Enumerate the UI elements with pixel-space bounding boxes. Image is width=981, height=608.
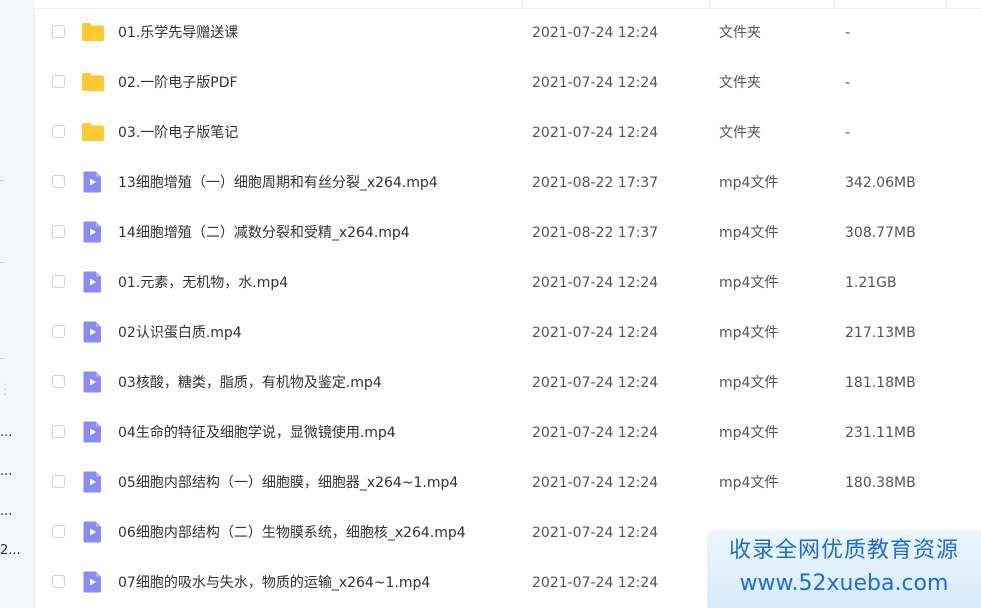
sidebar-divider bbox=[0, 262, 4, 263]
folder-icon bbox=[81, 21, 105, 43]
file-size: - bbox=[845, 125, 851, 141]
resize-handle-icon[interactable]: · · · bbox=[2, 381, 8, 401]
file-modified-date: 2021-07-24 12:24 bbox=[532, 75, 659, 91]
file-row[interactable]: 03核酸，糖类，脂质，有机物及鉴定.mp4 2021-07-24 12:24 mp4… bbox=[34, 358, 981, 408]
row-checkbox[interactable] bbox=[52, 25, 65, 38]
video-file-icon bbox=[81, 521, 105, 543]
video-file-icon bbox=[81, 421, 105, 443]
watermark-banner: 收录全网优质教育资源 www.52xueba.com bbox=[707, 530, 981, 608]
row-checkbox[interactable] bbox=[52, 275, 65, 288]
row-checkbox[interactable] bbox=[52, 475, 65, 488]
row-checkbox[interactable] bbox=[52, 175, 65, 188]
row-checkbox[interactable] bbox=[52, 125, 65, 138]
file-size: 181.18MB bbox=[845, 375, 916, 391]
file-row[interactable]: 14细胞增殖（二）减数分裂和受精_x264.mp4 2021-08-22 17:3… bbox=[34, 208, 981, 258]
file-row[interactable]: 02认识蛋白质.mp4 2021-07-24 12:24 mp4文件 217.13MB bbox=[34, 308, 981, 358]
file-type: 文件夹 bbox=[719, 25, 761, 41]
file-list: 01.乐学先导赠送课 2021-07-24 12:24 文件夹 -02.一阶电子版PD… bbox=[34, 8, 981, 608]
video-file-icon bbox=[81, 571, 105, 593]
file-size: 342.06MB bbox=[845, 175, 916, 191]
watermark-url: www.52xueba.com bbox=[739, 571, 949, 596]
file-modified-date: 2021-07-24 12:24 bbox=[532, 325, 659, 341]
row-checkbox[interactable] bbox=[52, 225, 65, 238]
sidebar-divider bbox=[0, 180, 4, 181]
file-name[interactable]: 06细胞内部结构（二）生物膜系统，细胞核_x264.mp4 bbox=[118, 524, 466, 542]
video-file-icon bbox=[81, 471, 105, 493]
file-name[interactable]: 13细胞增殖（一）细胞周期和有丝分裂_x264.mp4 bbox=[118, 174, 438, 192]
file-size: - bbox=[845, 25, 851, 41]
row-checkbox[interactable] bbox=[52, 425, 65, 438]
file-modified-date: 2021-07-24 12:24 bbox=[532, 25, 659, 41]
column-divider[interactable] bbox=[834, 0, 835, 8]
file-type: mp4文件 bbox=[719, 175, 779, 191]
watermark-slogan: 收录全网优质教育资源 bbox=[728, 538, 959, 563]
file-row[interactable]: 03.一阶电子版笔记 2021-07-24 12:24 文件夹 - bbox=[34, 108, 981, 158]
sidebar-item-label[interactable]: ... bbox=[0, 504, 12, 520]
folder-icon bbox=[81, 121, 105, 143]
file-row[interactable]: 04生命的特征及细胞学说，显微镜使用.mp4 2021-07-24 12:24 mp… bbox=[34, 408, 981, 458]
file-name[interactable]: 03核酸，糖类，脂质，有机物及鉴定.mp4 bbox=[118, 374, 382, 392]
file-type: mp4文件 bbox=[719, 275, 779, 291]
file-modified-date: 2021-07-24 12:24 bbox=[532, 475, 659, 491]
file-size: 308.77MB bbox=[845, 225, 916, 241]
file-size: 180.38MB bbox=[845, 475, 916, 491]
file-modified-date: 2021-07-24 12:24 bbox=[532, 575, 659, 591]
file-modified-date: 2021-07-24 12:24 bbox=[532, 375, 659, 391]
file-row[interactable]: 01.元素，无机物，水.mp4 2021-07-24 12:24 mp4文件 1.21… bbox=[34, 258, 981, 308]
file-manager-window: · · · ... ... ... 2... 01.乐学先导赠送课 2021-07-2… bbox=[0, 0, 981, 608]
column-divider[interactable] bbox=[709, 0, 710, 8]
file-name[interactable]: 01.乐学先导赠送课 bbox=[118, 24, 238, 42]
file-modified-date: 2021-07-24 12:24 bbox=[532, 525, 659, 541]
file-name[interactable]: 01.元素，无机物，水.mp4 bbox=[118, 274, 288, 292]
row-checkbox[interactable] bbox=[52, 75, 65, 88]
sidebar-divider bbox=[0, 358, 4, 359]
file-modified-date: 2021-07-24 12:24 bbox=[532, 125, 659, 141]
file-row[interactable]: 01.乐学先导赠送课 2021-07-24 12:24 文件夹 - bbox=[34, 8, 981, 58]
file-row[interactable]: 02.一阶电子版PDF 2021-07-24 12:24 文件夹 - bbox=[34, 58, 981, 108]
file-modified-date: 2021-07-24 12:24 bbox=[532, 275, 659, 291]
file-size: 1.21GB bbox=[845, 275, 897, 291]
file-type: mp4文件 bbox=[719, 225, 779, 241]
sidebar-item-label[interactable]: ... bbox=[0, 425, 12, 441]
sidebar: · · · ... ... ... 2... bbox=[0, 0, 35, 608]
sidebar-item-label[interactable]: 2... bbox=[0, 543, 21, 559]
file-modified-date: 2021-08-22 17:37 bbox=[532, 225, 659, 241]
row-checkbox[interactable] bbox=[52, 525, 65, 538]
file-type: 文件夹 bbox=[719, 125, 761, 141]
video-file-icon bbox=[81, 371, 105, 393]
folder-icon bbox=[81, 71, 105, 93]
file-type: 文件夹 bbox=[719, 75, 761, 91]
video-file-icon bbox=[81, 171, 105, 193]
file-name[interactable]: 03.一阶电子版笔记 bbox=[118, 124, 238, 142]
file-name[interactable]: 05细胞内部结构（一）细胞膜，细胞器_x264~1.mp4 bbox=[118, 474, 458, 492]
file-name[interactable]: 04生命的特征及细胞学说，显微镜使用.mp4 bbox=[118, 424, 396, 442]
file-size: - bbox=[845, 75, 851, 91]
file-row[interactable]: 13细胞增殖（一）细胞周期和有丝分裂_x264.mp4 2021-08-22 17… bbox=[34, 158, 981, 208]
row-checkbox[interactable] bbox=[52, 375, 65, 388]
video-file-icon bbox=[81, 321, 105, 343]
file-name[interactable]: 02认识蛋白质.mp4 bbox=[118, 324, 242, 342]
column-divider[interactable] bbox=[946, 0, 947, 8]
file-size: 217.13MB bbox=[845, 325, 916, 341]
file-type: mp4文件 bbox=[719, 325, 779, 341]
file-name[interactable]: 02.一阶电子版PDF bbox=[118, 74, 238, 92]
file-modified-date: 2021-07-24 12:24 bbox=[532, 425, 659, 441]
file-size: 231.11MB bbox=[845, 425, 916, 441]
file-type: mp4文件 bbox=[719, 475, 779, 491]
file-type: mp4文件 bbox=[719, 375, 779, 391]
row-checkbox[interactable] bbox=[52, 575, 65, 588]
file-name[interactable]: 14细胞增殖（二）减数分裂和受精_x264.mp4 bbox=[118, 224, 410, 242]
file-type: mp4文件 bbox=[719, 425, 779, 441]
video-file-icon bbox=[81, 221, 105, 243]
file-name[interactable]: 07细胞的吸水与失水，物质的运输_x264~1.mp4 bbox=[118, 574, 430, 592]
row-checkbox[interactable] bbox=[52, 325, 65, 338]
column-divider[interactable] bbox=[522, 0, 523, 8]
video-file-icon bbox=[81, 271, 105, 293]
file-modified-date: 2021-08-22 17:37 bbox=[532, 175, 659, 191]
sidebar-item-label[interactable]: ... bbox=[0, 464, 12, 480]
file-row[interactable]: 05细胞内部结构（一）细胞膜，细胞器_x264~1.mp4 2021-07-24 … bbox=[34, 458, 981, 508]
